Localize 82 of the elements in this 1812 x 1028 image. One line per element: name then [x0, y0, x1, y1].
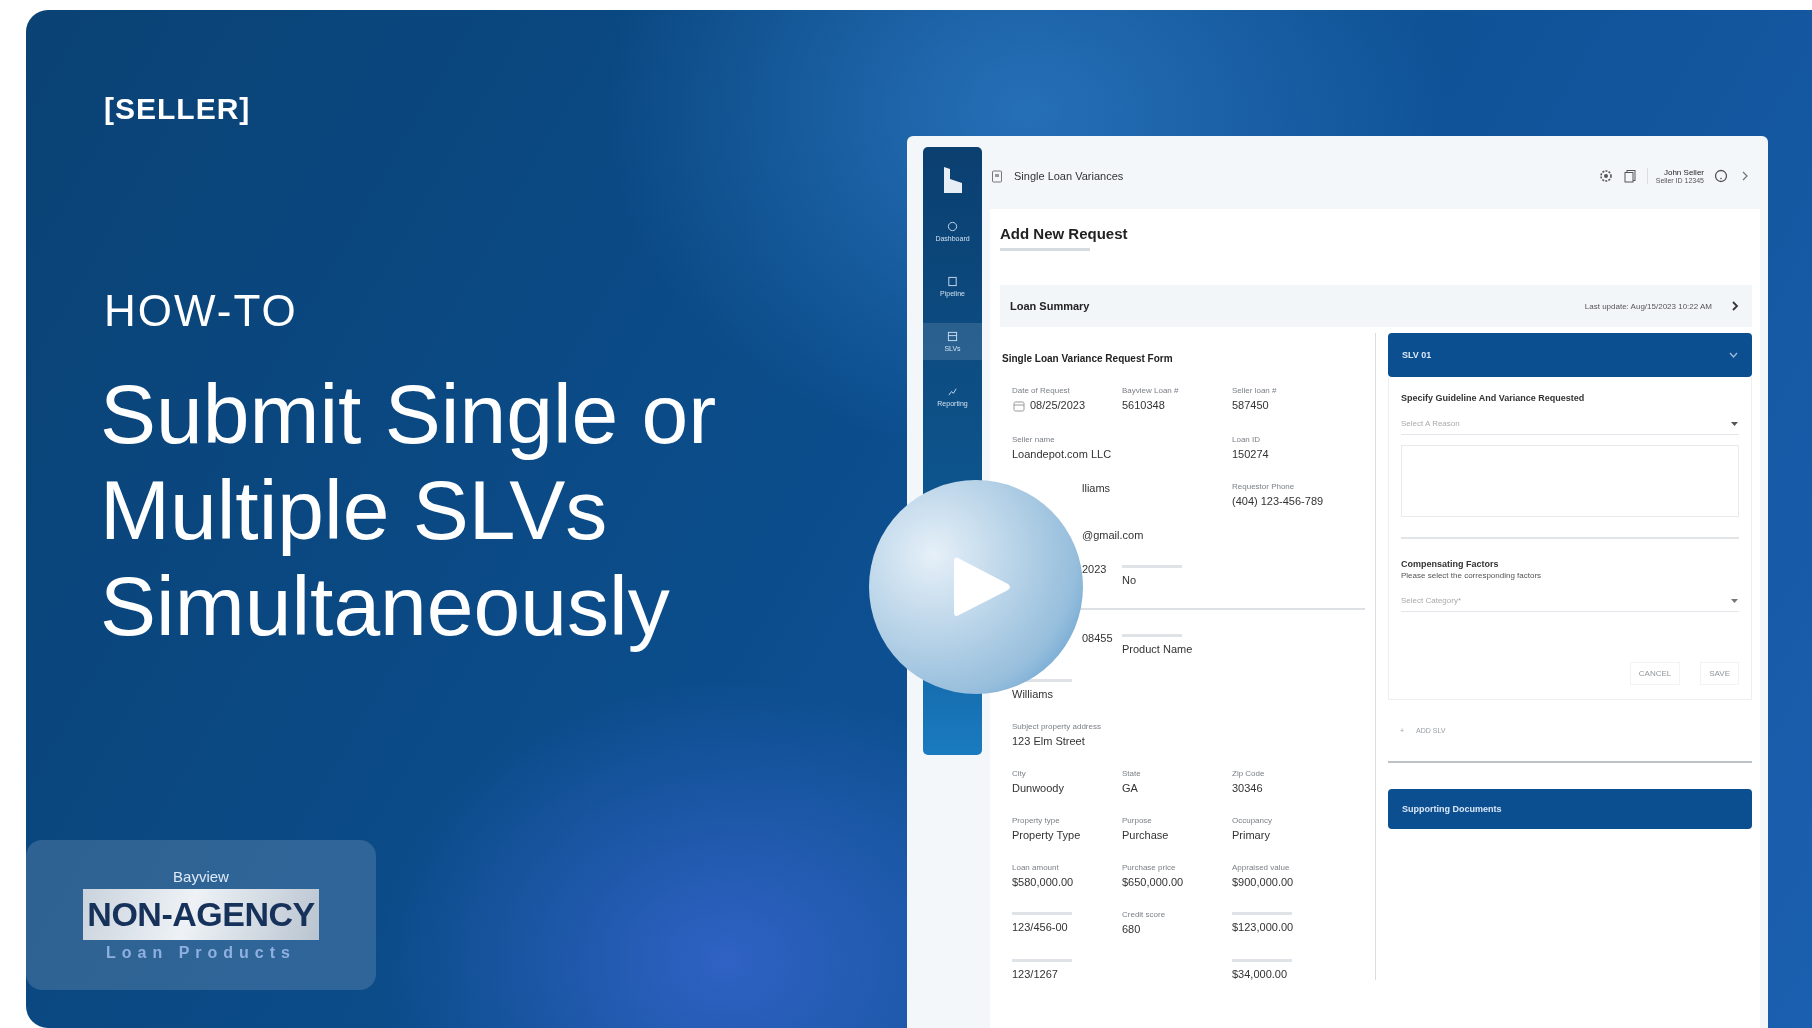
field-value: (404) 123-456-789 — [1232, 495, 1324, 507]
field-value: 08/25/2023 — [1030, 399, 1086, 411]
caret-icon — [1730, 597, 1739, 604]
summary-bar[interactable]: Loan Summary Last update: Aug/15/2023 10:22 AM — [1000, 285, 1752, 327]
blurred-label — [1122, 565, 1182, 568]
field-label: Bayview Loan # — [1122, 386, 1179, 395]
field-value: Property Type — [1012, 829, 1081, 841]
summary-title: Loan Summary — [1010, 300, 1091, 312]
field-label: Purpose — [1122, 816, 1152, 825]
section-hint: Please select the corresponding factors — [1401, 571, 1542, 580]
logo-wordmark: NON-AGENCY — [83, 889, 319, 940]
field-value: 30346 — [1232, 782, 1263, 794]
field-value: Williams — [1012, 688, 1053, 700]
field-value: $123,000.00 — [1232, 921, 1294, 933]
field-value: Product Name — [1122, 643, 1193, 655]
field-label: Seller loan # — [1232, 386, 1277, 395]
form-title: Single Loan Variance Request Form — [1002, 353, 1173, 364]
field-value: 08455 — [1082, 632, 1113, 644]
field-label: Loan amount — [1012, 863, 1059, 872]
user-name: John Seller — [1663, 168, 1704, 177]
field-label: Occupancy — [1232, 816, 1273, 825]
field-label: Property type — [1012, 816, 1060, 825]
field-label: Credit score — [1122, 910, 1166, 919]
field-value: 150274 — [1232, 448, 1269, 460]
settings-icon[interactable] — [1598, 169, 1613, 183]
documents-header[interactable]: Supporting Documents — [1388, 789, 1752, 829]
field-label: Loan ID — [1232, 435, 1261, 444]
blurred-label — [1122, 634, 1182, 637]
logo-text: Bayview — [173, 868, 229, 885]
accordion-header[interactable]: SLV 01 — [1388, 333, 1752, 377]
logo-icon — [941, 165, 964, 195]
header-title: Single Loan Variances — [1014, 170, 1125, 182]
field-value: Primary — [1232, 829, 1270, 841]
field-label: State — [1122, 769, 1141, 778]
field-label: Requestor Phone — [1232, 482, 1295, 491]
kicker-text: HOW-TO — [104, 286, 298, 336]
video-title-line: Multiple SLVs — [100, 462, 608, 558]
field-label: Seller name — [1012, 435, 1055, 444]
field-value: $34,000.00 — [1232, 968, 1288, 980]
section-title: Compensating Factors — [1401, 559, 1499, 569]
logo-subtext: Loan Products — [106, 944, 296, 962]
field-value: Loandepot.com LLC — [1012, 448, 1112, 460]
grid-icon — [947, 331, 958, 342]
blurred-label — [1012, 912, 1072, 915]
field-value: 123/1267 — [1012, 968, 1058, 980]
field-label: Appraised value — [1232, 863, 1290, 872]
field-value: lliams — [1082, 482, 1111, 494]
field-value: $580,000.00 — [1012, 876, 1074, 888]
field-value: 2023 — [1082, 563, 1107, 575]
list-icon — [947, 276, 958, 287]
field-value: Dunwoody — [1012, 782, 1064, 794]
chevron-icon — [1729, 352, 1738, 358]
field-value: Purchase — [1122, 829, 1169, 841]
field-value: @gmail.com — [1082, 529, 1144, 541]
field-value: 123 Elm Street — [1012, 735, 1085, 747]
audience-tag: [SELLER] — [104, 92, 251, 126]
video-title-line: Submit Single or — [100, 366, 717, 462]
chart-icon — [947, 386, 958, 397]
last-update-text: Last update: Aug/15/2023 10:22 AM — [1584, 301, 1712, 311]
field-value: $650,000.00 — [1122, 876, 1184, 888]
blurred-label — [1232, 959, 1292, 962]
field-value: 587450 — [1232, 399, 1269, 411]
field-value: 123/456-00 — [1012, 921, 1068, 933]
field-label: Zip Code — [1232, 769, 1265, 778]
field-value: $900,000.00 — [1232, 876, 1294, 888]
documents-icon[interactable] — [1622, 169, 1637, 183]
field-label: Date of Request — [1012, 386, 1070, 395]
blurred-label — [1232, 912, 1292, 915]
page-title: Add New Request — [1000, 225, 1128, 242]
clipboard-icon — [990, 169, 1004, 183]
field-label: City — [1012, 769, 1026, 778]
section-title: Specify Guideline And Variance Requested — [1401, 393, 1585, 403]
field-value: GA — [1122, 782, 1138, 794]
help-icon[interactable] — [1714, 169, 1728, 183]
video-title-line: Simultaneously — [100, 558, 670, 654]
blurred-label — [1012, 959, 1072, 962]
field-label: Purchase price — [1122, 863, 1176, 872]
field-value: 680 — [1122, 923, 1141, 935]
caret-icon — [1730, 420, 1739, 427]
field-label: Subject property address — [1012, 722, 1101, 731]
field-value: 5610348 — [1122, 399, 1165, 411]
field-value: No — [1122, 574, 1137, 586]
